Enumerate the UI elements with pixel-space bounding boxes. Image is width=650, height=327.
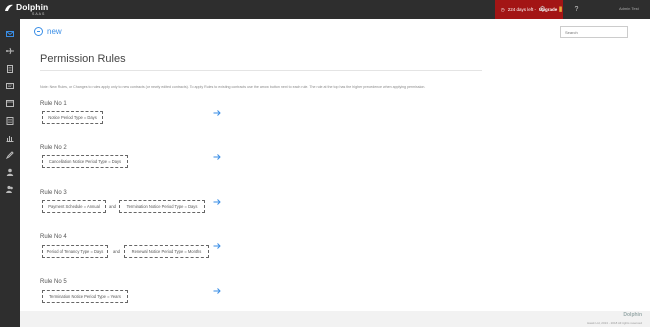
rules-note: Note: New Rules, or Changes to rules app…: [40, 85, 426, 89]
trial-banner[interactable]: ◷ 224 days left - Upgrade: [495, 0, 563, 19]
document-icon: [7, 65, 13, 73]
divider: [40, 70, 482, 71]
rule-5: Rule No 5: [40, 279, 67, 285]
gear-icon[interactable]: ⚙: [538, 5, 547, 14]
rule-label: Rule No 2: [40, 145, 67, 151]
rule-2: Rule No 2: [40, 145, 67, 151]
and-label: and: [109, 204, 116, 209]
footer-logo: Dolphin: [623, 312, 642, 318]
rule-4: Rule No 4: [40, 234, 67, 240]
sidebar-item-calendar[interactable]: [3, 96, 17, 110]
sidebar-item-reports[interactable]: [3, 131, 17, 145]
trial-text: 224 days left -: [507, 7, 536, 12]
notification-icon[interactable]: ▮: [556, 5, 565, 14]
sidebar-item-contracts[interactable]: [3, 79, 17, 93]
list-icon: [6, 117, 14, 125]
user-name[interactable]: Admin Test: [619, 6, 639, 11]
and-label: and: [113, 249, 120, 254]
apply-rule-arrow-icon[interactable]: [213, 242, 221, 250]
rule-condition: Renewal Notice Period Type = Months: [124, 245, 209, 258]
back-new-button[interactable]: new: [34, 27, 62, 36]
sidebar-item-users[interactable]: [3, 182, 17, 196]
bar-chart-icon: [6, 136, 14, 142]
pencil-icon: [6, 151, 14, 159]
back-label: new: [47, 27, 62, 36]
help-icon[interactable]: ?: [572, 5, 581, 14]
sidebar: [0, 19, 20, 327]
sidebar-item-list[interactable]: [3, 114, 17, 128]
footer-copyright: Hawk Ltd, 2013 - 2018 All rights reserve…: [587, 321, 642, 325]
main-content: new Permission Rules Note: New Rules, or…: [20, 19, 650, 312]
sidebar-item-flights[interactable]: [3, 44, 17, 58]
id-card-icon: [6, 83, 14, 89]
sidebar-item-edit[interactable]: [3, 148, 17, 162]
rule-condition: Period of Tenancy Type = Days: [42, 245, 108, 258]
page-title: Permission Rules: [40, 53, 126, 65]
rule-label: Rule No 3: [40, 190, 67, 196]
plane-icon: [6, 47, 14, 55]
app-logo[interactable]: Dolphin SAAS: [4, 2, 56, 18]
apply-rule-arrow-icon[interactable]: [213, 109, 221, 117]
dolphin-logo-icon: [5, 4, 13, 11]
rule-condition: Termination Notice Period Type = Years: [42, 290, 128, 303]
rule-3: Rule No 3: [40, 190, 67, 196]
user-icon: [6, 168, 14, 176]
users-icon: [6, 185, 13, 193]
rule-label: Rule No 4: [40, 234, 67, 240]
top-bar: Dolphin SAAS ◷ 224 days left - Upgrade ⚙…: [0, 0, 650, 19]
search-input[interactable]: [560, 26, 628, 38]
rule-condition: Notice Period Type = Days: [42, 111, 103, 124]
footer: Dolphin Hawk Ltd, 2013 - 2018 All rights…: [20, 311, 650, 327]
rule-condition: Cancellation Notice Period Type = Days: [42, 155, 128, 168]
rule-1: Rule No 1: [40, 101, 67, 107]
app-name: Dolphin: [16, 2, 49, 12]
sidebar-item-inbox[interactable]: [3, 27, 17, 41]
rule-label: Rule No 5: [40, 279, 67, 285]
calendar-icon: [6, 100, 14, 107]
inbox-icon: [6, 31, 14, 37]
apply-rule-arrow-icon[interactable]: [213, 153, 221, 161]
clock-icon: ◷: [500, 6, 505, 12]
apply-rule-arrow-icon[interactable]: [213, 287, 221, 295]
sidebar-item-user[interactable]: [3, 165, 17, 179]
apply-rule-arrow-icon[interactable]: [213, 198, 221, 206]
rule-condition: Termination Notice Period Type = Days: [119, 200, 205, 213]
back-arrow-icon: [34, 27, 43, 36]
rule-label: Rule No 1: [40, 101, 67, 107]
sidebar-item-documents[interactable]: [3, 62, 17, 76]
rule-condition: Payment Schedule = Annual: [42, 200, 106, 213]
app-subtitle: SAAS: [32, 12, 46, 16]
